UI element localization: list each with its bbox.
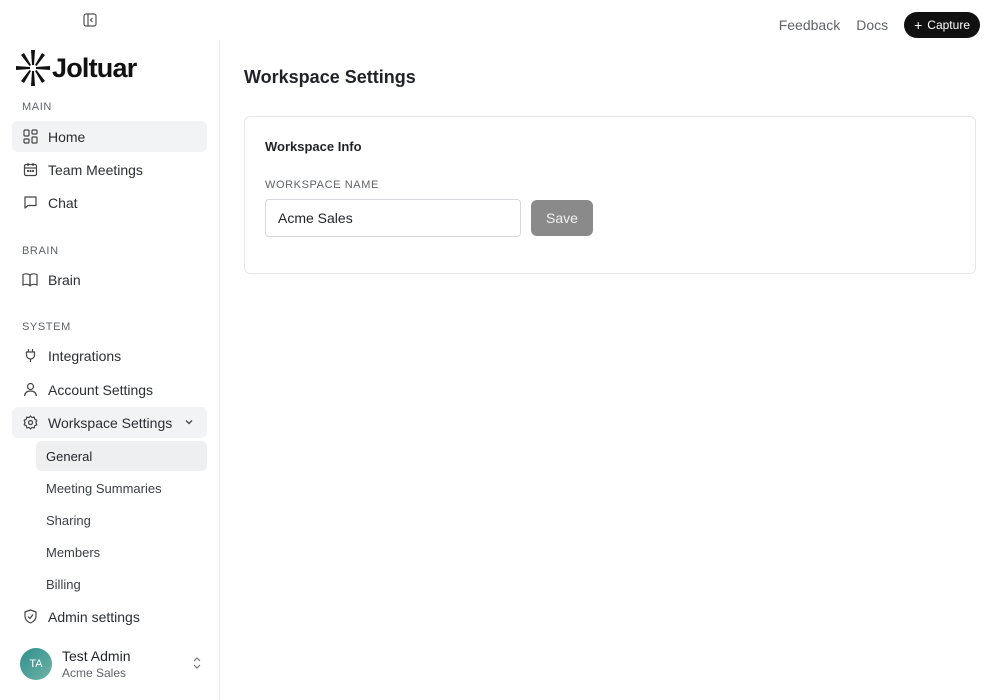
- section-label-system: SYSTEM: [22, 321, 71, 333]
- grid-icon: [22, 129, 38, 145]
- user-workspace: Acme Sales: [62, 666, 127, 680]
- sidebar-item-chat[interactable]: Chat: [12, 187, 207, 218]
- feedback-link[interactable]: Feedback: [779, 17, 840, 33]
- sidebar-item-team-meetings[interactable]: Team Meetings: [12, 154, 207, 185]
- sidebar-item-brain[interactable]: Brain: [12, 264, 207, 295]
- gear-icon: [22, 415, 38, 431]
- sidebar-item-label: Workspace Settings: [48, 414, 173, 431]
- chevron-down-icon[interactable]: [183, 416, 195, 428]
- shield-icon: [22, 609, 38, 625]
- joltuar-logo-icon: [16, 50, 50, 86]
- calendar-icon: [22, 162, 38, 178]
- sub-item-members[interactable]: Members: [36, 537, 207, 567]
- page-title: Workspace Settings: [244, 67, 416, 87]
- sub-item-billing[interactable]: Billing: [36, 569, 207, 599]
- save-button[interactable]: Save: [531, 200, 593, 236]
- sidebar-item-admin-settings[interactable]: Admin settings: [12, 601, 207, 632]
- sidebar-item-account-settings[interactable]: Account Settings: [12, 374, 207, 405]
- workspace-name-label: WORKSPACE NAME: [265, 179, 379, 191]
- section-label-main: MAIN: [22, 101, 52, 113]
- sidebar-item-label: Brain: [48, 271, 81, 288]
- sidebar-item-label: Team Meetings: [48, 161, 143, 178]
- brand-name: Joltuar: [52, 52, 137, 83]
- section-label-brain: BRAIN: [22, 245, 59, 257]
- docs-link[interactable]: Docs: [856, 17, 888, 33]
- capture-label: Capture: [927, 18, 970, 32]
- plug-icon: [22, 348, 38, 364]
- user-menu[interactable]: TA Test Admin Acme Sales: [12, 642, 210, 686]
- chevron-up-down-icon: [193, 657, 201, 669]
- sidebar-item-label: Integrations: [48, 347, 122, 364]
- chat-icon: [22, 195, 38, 211]
- workspace-name-input[interactable]: [265, 199, 521, 237]
- sidebar-item-integrations[interactable]: Integrations: [12, 340, 207, 371]
- workspace-info-card: Workspace Info WORKSPACE NAME Save: [244, 116, 976, 274]
- sidebar-item-label: Chat: [48, 194, 78, 211]
- sidebar-item-workspace-settings[interactable]: Workspace Settings: [12, 407, 207, 438]
- collapse-sidebar-icon[interactable]: [82, 12, 98, 28]
- sidebar-item-home[interactable]: Home: [12, 121, 207, 152]
- sub-item-sharing[interactable]: Sharing: [36, 505, 207, 535]
- capture-button[interactable]: + Capture: [904, 12, 980, 38]
- sidebar: Joltuar MAIN Home Team Meetings Chat BRA…: [0, 40, 220, 700]
- sidebar-item-label: Account Settings: [48, 381, 154, 398]
- card-title: Workspace Info: [265, 139, 362, 154]
- user-name: Test Admin: [62, 648, 131, 664]
- sidebar-item-label: Home: [48, 128, 86, 145]
- plus-icon: +: [914, 17, 923, 33]
- user-icon: [22, 382, 38, 398]
- sub-item-meeting-summaries[interactable]: Meeting Summaries: [36, 473, 207, 503]
- top-nav: Feedback Docs + Capture: [779, 12, 980, 38]
- avatar: TA: [20, 648, 52, 680]
- brand-logo[interactable]: Joltuar: [16, 50, 137, 86]
- sub-item-general[interactable]: General: [36, 441, 207, 471]
- book-icon: [22, 272, 38, 288]
- sidebar-item-label: Admin settings: [48, 608, 140, 625]
